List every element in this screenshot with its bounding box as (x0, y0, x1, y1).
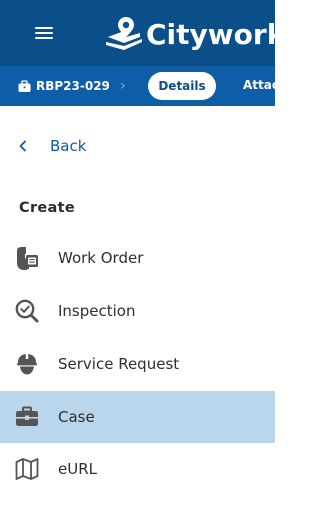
briefcase-icon (18, 79, 31, 92)
work-order-icon (17, 247, 38, 270)
create-case[interactable]: Case (0, 391, 275, 443)
app-name: Cityworks (146, 17, 302, 51)
create-item-label: Inspection (58, 302, 136, 320)
service-request-icon (17, 353, 37, 375)
cityworks-logo: Cityworks (104, 14, 302, 54)
create-section-title: Create (19, 200, 75, 216)
inspection-icon (15, 299, 39, 323)
record-breadcrumb[interactable]: RBP23-029 (18, 77, 110, 95)
record-bar: RBP23-029 › (0, 66, 275, 106)
map-icon (15, 458, 39, 480)
tab-details[interactable]: Details (148, 72, 216, 100)
chevron-right-icon: › (120, 78, 126, 94)
chevron-left-icon (19, 140, 26, 152)
create-work-order[interactable]: Work Order (0, 232, 275, 284)
create-item-label: Work Order (58, 249, 144, 267)
case-icon (16, 406, 38, 426)
create-item-label: eURL (58, 460, 97, 478)
record-id: RBP23-029 (36, 79, 110, 93)
hamburger-menu-icon[interactable] (35, 24, 55, 40)
create-item-label: Service Request (58, 355, 180, 373)
create-inspection[interactable]: Inspection (0, 285, 275, 337)
app-header: Cityworks (0, 0, 302, 66)
create-service-request[interactable]: Service Request (0, 338, 275, 390)
back-link[interactable]: Back (18, 135, 86, 157)
tab-attachments[interactable]: Attac (243, 78, 279, 92)
cityworks-logo-icon (106, 17, 142, 50)
create-eurl[interactable]: eURL (0, 443, 275, 495)
back-label: Back (50, 137, 87, 155)
create-item-label: Case (58, 408, 95, 426)
